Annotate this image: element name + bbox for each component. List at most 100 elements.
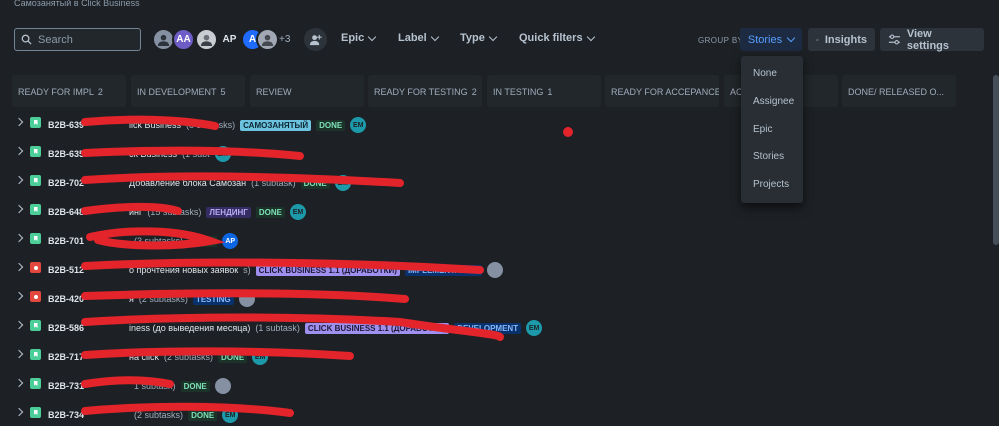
chevron-right-icon[interactable] xyxy=(14,378,24,388)
menu-item-assignee[interactable]: Assignee xyxy=(753,96,794,107)
swimlane-row[interactable]: B2B-512 о прочтения новых заявок s) CLICK B… xyxy=(0,255,999,284)
issue-summary[interactable]: lick Business xyxy=(129,120,181,130)
chevron-right-icon[interactable] xyxy=(14,233,24,243)
chevron-right-icon[interactable] xyxy=(14,407,24,417)
group-by-select[interactable]: Stories xyxy=(740,28,802,51)
row-content: B2B-717 на click (2 subtasks) DONE EM xyxy=(48,349,269,365)
chevron-right-icon[interactable] xyxy=(14,204,24,214)
chevron-right-icon[interactable] xyxy=(14,291,24,301)
column-header[interactable]: DONE/ RELEASED O...49 xyxy=(842,75,956,107)
column-header[interactable]: READY FOR TESTING 2 xyxy=(368,75,482,107)
issue-key[interactable]: B2B-420 xyxy=(48,294,84,304)
issue-summary[interactable]: на click xyxy=(129,352,159,362)
column-header[interactable]: READY FOR IMPL 2 xyxy=(12,75,126,107)
add-people-button[interactable] xyxy=(304,28,327,51)
type-filter[interactable]: Type xyxy=(460,32,498,44)
assignee-avatar[interactable]: EM xyxy=(252,349,269,365)
swimlane-row[interactable]: B2B-734 (2 subtasks) DONE EM xyxy=(0,400,999,426)
column-count: 2 xyxy=(471,87,477,97)
issue-key[interactable]: B2B-731 xyxy=(48,381,84,391)
swimlane-row[interactable]: B2B-639 lick Business (8 subtasks) САМОЗАНЯ… xyxy=(0,110,999,139)
chart-line-icon xyxy=(816,38,819,41)
avatar-aa[interactable]: AA xyxy=(172,28,195,51)
story-icon xyxy=(30,204,41,215)
assignee-avatar[interactable]: EM xyxy=(334,175,351,191)
avatar-ap[interactable]: AP xyxy=(218,28,241,51)
issue-summary[interactable]: инг xyxy=(129,207,142,217)
column-name: IN DEVELOPMENT xyxy=(137,87,217,97)
assignee-avatar[interactable] xyxy=(486,262,503,278)
insights-button[interactable]: Insights xyxy=(808,28,875,51)
insights-label: Insights xyxy=(824,33,867,46)
issue-key[interactable]: B2B-635 xyxy=(48,149,84,159)
issue-summary[interactable]: ck Business xyxy=(129,149,177,159)
assignee-avatar[interactable] xyxy=(214,378,231,394)
search-input[interactable] xyxy=(38,33,133,46)
assignee-avatar[interactable]: EM xyxy=(526,320,543,336)
issue-key[interactable]: B2B-639 xyxy=(48,120,84,130)
swimlane-row[interactable]: B2B-420 я (2 subtasks) TESTING xyxy=(0,284,999,313)
menu-item-projects[interactable]: Projects xyxy=(753,179,789,190)
swimlane-row[interactable]: B2B-635 ck Business (1 subt EM xyxy=(0,139,999,168)
row-content: B2B-635 ck Business (1 subt EM xyxy=(48,146,231,162)
column-count: 5 xyxy=(220,87,226,97)
issue-key[interactable]: B2B-648 xyxy=(48,207,84,217)
more-avatars-count[interactable]: +3 xyxy=(279,34,290,45)
issue-key[interactable]: B2B-734 xyxy=(48,410,84,420)
assignee-avatar[interactable] xyxy=(238,291,255,307)
issue-key[interactable]: B2B-586 xyxy=(48,323,84,333)
swimlane-row[interactable]: B2B-648 инг (15 subtasks) ЛЕНДИНГ DONE EM xyxy=(0,197,999,226)
chevron-right-icon[interactable] xyxy=(14,175,24,185)
search-box[interactable] xyxy=(14,28,141,51)
swimlane-row[interactable]: B2B-731 1 subtask) DONE xyxy=(0,371,999,400)
column-header[interactable]: IN TESTING 1 xyxy=(487,75,601,107)
view-settings-button[interactable]: View settings xyxy=(880,27,984,52)
breadcrumb[interactable]: Самозанятый в Click Business xyxy=(14,0,140,8)
menu-item-epic[interactable]: Epic xyxy=(753,124,772,135)
swimlane-row[interactable]: B2B-717 на click (2 subtasks) DONE EM xyxy=(0,342,999,371)
issue-key[interactable]: B2B-701 xyxy=(48,236,84,246)
status-lozenge: CLICK BUSINESS 1.1 (ДОРАБОТКИ) xyxy=(304,322,450,334)
column-header[interactable]: REVIEW xyxy=(250,75,364,107)
chevron-right-icon[interactable] xyxy=(14,117,24,127)
menu-item-stories[interactable]: Stories xyxy=(753,151,784,162)
chevron-right-icon[interactable] xyxy=(14,262,24,272)
issue-key[interactable]: B2B-512 xyxy=(48,265,84,275)
avatar-photo[interactable] xyxy=(195,28,218,51)
assignee-avatar[interactable]: EM xyxy=(222,407,239,423)
person-icon xyxy=(157,34,170,46)
chevron-right-icon[interactable] xyxy=(14,146,24,156)
vertical-scrollbar[interactable] xyxy=(993,75,999,245)
swimlane-row[interactable]: B2B-701 (3 subtasks) DONE AP xyxy=(0,226,999,255)
chevron-down-icon xyxy=(367,32,377,41)
story-icon xyxy=(30,407,41,418)
issue-summary[interactable]: я xyxy=(129,294,134,304)
assignee-avatar[interactable]: EM xyxy=(214,146,231,162)
view-settings-label: View settings xyxy=(906,27,950,52)
quick-filters[interactable]: Quick filters xyxy=(519,32,595,44)
assignee-avatar[interactable]: AP xyxy=(222,233,239,249)
issue-summary[interactable]: Добавление блока Самозан xyxy=(129,178,246,188)
swimlane-row[interactable]: B2B-702 Добавление блока Самозан (1 subtas… xyxy=(0,168,999,197)
column-header[interactable]: READY FOR ACCEPANCE xyxy=(605,75,719,107)
assignee-avatar[interactable]: EM xyxy=(350,117,367,133)
type-filter-label: Type xyxy=(460,32,485,44)
chevron-right-icon[interactable] xyxy=(14,349,24,359)
chevron-right-icon[interactable] xyxy=(14,320,24,330)
chevron-down-icon xyxy=(786,33,796,43)
avatar-photo-2[interactable] xyxy=(256,28,279,51)
label-filter[interactable]: Label xyxy=(398,32,439,44)
menu-item-none[interactable]: None xyxy=(753,68,777,79)
column-count: 2 xyxy=(97,87,103,97)
column-name: IN TESTING xyxy=(493,87,544,97)
status-lozenge: CLICK BUSINESS 1.1 (ДОРАБОТКИ) xyxy=(255,264,400,276)
issue-key[interactable]: B2B-717 xyxy=(48,352,84,362)
issue-summary[interactable]: о прочтения новых заявок xyxy=(129,265,238,275)
epic-filter[interactable]: Epic xyxy=(341,32,377,44)
issue-key[interactable]: B2B-702 xyxy=(48,178,84,188)
column-header[interactable]: IN DEVELOPMENT 5 xyxy=(131,75,245,107)
issue-summary[interactable]: iness (до выведения месяца) xyxy=(129,323,250,333)
swimlane-row[interactable]: B2B-586 iness (до выведения месяца) (1 sub… xyxy=(0,313,999,342)
row-content: B2B-420 я (2 subtasks) TESTING xyxy=(48,291,255,307)
assignee-avatar[interactable]: EM xyxy=(289,204,306,220)
